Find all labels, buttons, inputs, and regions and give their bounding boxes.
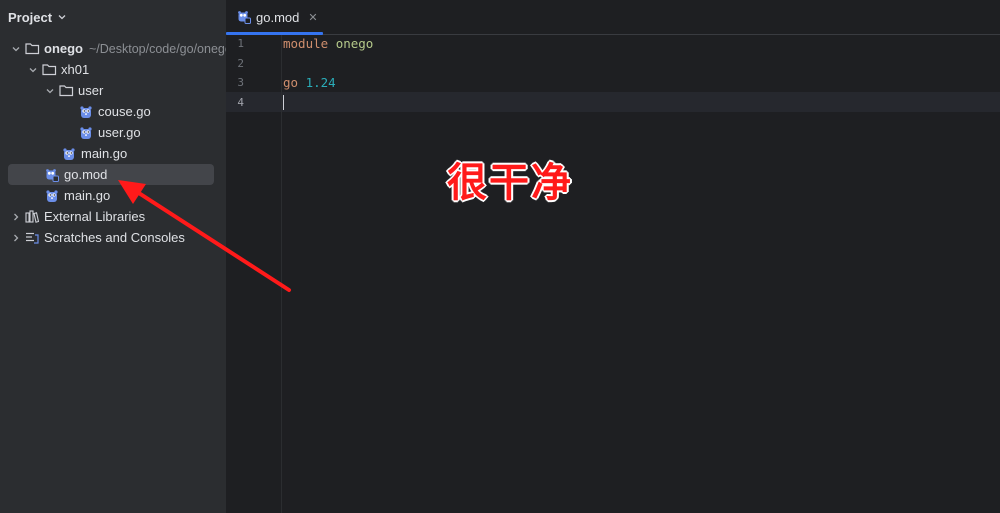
tree-item-label: External Libraries xyxy=(44,209,146,224)
code-keyword: module xyxy=(283,36,329,51)
code-keyword: go xyxy=(283,75,299,90)
tab-go-mod[interactable]: go.mod ✕ xyxy=(226,0,323,35)
tree-item-label: user.go xyxy=(98,125,141,140)
chevron-right-icon[interactable] xyxy=(8,230,24,246)
editor-tab-bar: go.mod ✕ xyxy=(226,0,1000,35)
gopher-icon xyxy=(44,188,60,204)
line-number: 3 xyxy=(237,76,244,89)
scratches-icon xyxy=(24,230,40,246)
tree-item-main-go[interactable]: main.go xyxy=(8,143,214,164)
chevron-right-icon[interactable] xyxy=(8,209,24,225)
line-number: 4 xyxy=(237,96,244,109)
close-icon[interactable]: ✕ xyxy=(308,11,317,24)
tree-item-couse-go[interactable]: couse.go xyxy=(8,101,214,122)
tree-item-onego[interactable]: onego ~/Desktop/code/go/onego xyxy=(8,38,226,59)
code-line-1: module onego xyxy=(283,34,373,54)
tree-item-user-go[interactable]: user.go xyxy=(8,122,214,143)
line-number: 2 xyxy=(237,57,244,70)
tree-item-label: couse.go xyxy=(98,104,151,119)
chevron-down-icon xyxy=(58,15,66,20)
tree-item-xh01[interactable]: xh01 xyxy=(8,59,214,80)
folder-icon xyxy=(41,62,57,78)
tree-item-label: onego xyxy=(44,41,83,56)
tree-item-go-mod[interactable]: go.mod xyxy=(8,164,214,185)
editor-area[interactable]: go.mod ✕ 1 2 3 4 module onego go 1.24 xyxy=(226,0,1000,513)
tab-label: go.mod xyxy=(256,9,300,25)
go-version: 1.24 xyxy=(305,75,336,90)
tree-item-label: go.mod xyxy=(64,167,108,182)
module-name: onego xyxy=(335,36,374,51)
tree-item-scratches[interactable]: Scratches and Consoles xyxy=(8,227,214,248)
annotation-text: 很干净 xyxy=(447,160,573,206)
tree-item-main-go-root[interactable]: main.go xyxy=(8,185,214,206)
tree-item-label: Scratches and Consoles xyxy=(44,230,185,245)
folder-icon xyxy=(58,83,74,99)
line-number-gutter: 1 2 3 4 xyxy=(226,35,282,513)
tree-item-user[interactable]: user xyxy=(8,80,214,101)
gopher-icon xyxy=(61,146,77,162)
line-number: 1 xyxy=(237,37,244,50)
tree-item-label: user xyxy=(78,83,104,98)
code-line-3: go 1.24 xyxy=(283,73,336,93)
chevron-down-icon[interactable] xyxy=(8,41,24,57)
text-caret xyxy=(283,95,284,110)
tree-item-label: xh01 xyxy=(61,62,90,77)
project-view-selector[interactable]: Project xyxy=(8,8,67,26)
gopher-icon xyxy=(78,104,94,120)
gomod-icon xyxy=(44,167,60,183)
chevron-down-icon[interactable] xyxy=(25,62,41,78)
library-icon xyxy=(24,209,40,225)
project-path: ~/Desktop/code/go/onego xyxy=(89,41,226,56)
project-panel-title: Project xyxy=(8,9,53,25)
current-line-highlight xyxy=(226,92,1000,112)
folder-icon xyxy=(24,41,40,57)
gomod-icon xyxy=(237,10,251,24)
tree-item-label: main.go xyxy=(64,188,111,203)
gopher-icon xyxy=(78,125,94,141)
tree-item-label: main.go xyxy=(81,146,128,161)
chevron-down-icon[interactable] xyxy=(42,83,58,99)
tree-item-external-libraries[interactable]: External Libraries xyxy=(8,206,214,227)
project-panel: Project onego ~/Desktop/code/go/onego xh… xyxy=(0,0,226,513)
